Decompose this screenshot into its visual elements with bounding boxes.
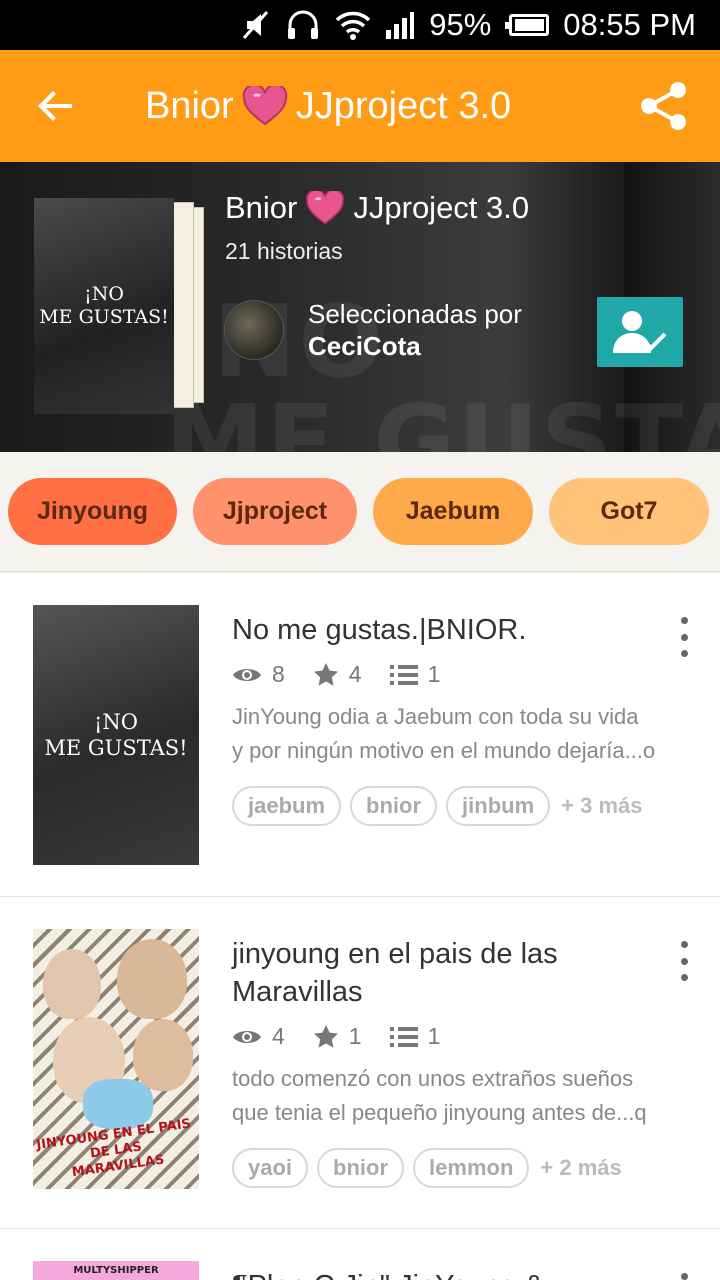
story-tag[interactable]: jaebum bbox=[232, 786, 342, 826]
share-icon bbox=[641, 82, 686, 130]
heart-icon bbox=[306, 191, 345, 225]
curator[interactable]: Seleccionadas por CeciCota bbox=[224, 298, 522, 362]
share-button[interactable] bbox=[608, 50, 720, 162]
story-count: 21 historias bbox=[225, 238, 343, 264]
tag-pill-jaebum[interactable]: Jaebum bbox=[373, 478, 533, 545]
follow-button[interactable] bbox=[597, 297, 683, 367]
story-body: ¶Plan C Jin" JinYoung & bbox=[232, 1267, 692, 1280]
story-cover[interactable]: JINYOUNG EN EL PAIS DE LAS MARAVILLAS bbox=[33, 929, 199, 1189]
story-title[interactable]: ¶Plan C Jin" JinYoung & bbox=[232, 1267, 692, 1280]
list-info: Bnior JJproject 3.0 21 historias bbox=[225, 190, 529, 265]
story-cover[interactable]: ¡NO ME GUSTAS! bbox=[33, 605, 199, 865]
story-stats: 8 4 1 bbox=[232, 661, 692, 688]
eye-icon bbox=[233, 668, 261, 681]
tag-pill-got7[interactable]: Got7 bbox=[549, 478, 709, 545]
story-body: jinyoung en el pais de las Maravillas 4 … bbox=[232, 935, 692, 1188]
story-tag[interactable]: bnior bbox=[350, 786, 438, 826]
signal-icon bbox=[385, 10, 415, 40]
more-options-button[interactable] bbox=[672, 941, 696, 981]
story-description-line-1: JinYoung odia a Jaebum con toda su vida bbox=[232, 704, 639, 729]
more-options-button[interactable] bbox=[672, 617, 696, 657]
story-tags: jaebum bnior jinbum + 3 más bbox=[232, 786, 692, 826]
curator-text: Seleccionadas por CeciCota bbox=[308, 298, 522, 362]
story-tag[interactable]: yaoi bbox=[232, 1148, 309, 1188]
list-item[interactable]: ¡NO ME GUSTAS! No me gustas.|BNIOR. 8 4 1… bbox=[0, 573, 720, 897]
votes-count: 4 bbox=[348, 661, 362, 687]
reads-count: 8 bbox=[272, 661, 285, 687]
wifi-icon bbox=[335, 10, 371, 40]
more-tags-link[interactable]: + 3 más bbox=[561, 793, 642, 819]
story-tag[interactable]: bnior bbox=[317, 1148, 405, 1188]
story-cover-text: ¡NO ME GUSTAS! bbox=[44, 710, 188, 760]
story-description-line-1: todo comenzó con unos extraños sueños bbox=[232, 1066, 634, 1091]
cover-face bbox=[43, 949, 101, 1019]
tag-pill-jinyoung[interactable]: Jinyoung bbox=[8, 478, 177, 545]
story-description-line-2: y por ningún motivo en el mundo dejaría.… bbox=[232, 738, 656, 763]
parts-count: 1 bbox=[427, 661, 441, 687]
story-cover-text: JINYOUNG EN EL PAIS DE LAS MARAVILLAS bbox=[35, 1116, 192, 1181]
list-item[interactable]: JINYOUNG EN EL PAIS DE LAS MARAVILLAS jin… bbox=[0, 897, 720, 1229]
story-list: ¡NO ME GUSTAS! No me gustas.|BNIOR. 8 4 1… bbox=[0, 573, 720, 1280]
story-cover[interactable]: MULTYSHIPPER bbox=[33, 1261, 199, 1280]
page-title-part-1: Bnior bbox=[145, 84, 234, 127]
story-tags: yaoi bnior lemmon + 2 más bbox=[232, 1148, 692, 1188]
clock: 08:55 PM bbox=[563, 7, 696, 42]
battery-percent: 95% bbox=[429, 7, 492, 42]
user-check-icon bbox=[613, 311, 667, 353]
votes-count: 1 bbox=[348, 1023, 362, 1049]
story-body: No me gustas.|BNIOR. 8 4 1 JinYoung odia… bbox=[232, 611, 692, 826]
list-icon bbox=[389, 1026, 418, 1047]
reading-list-header: ¡NOME GUSTAS! ¡NOME GUSTAS! Bnior JJproj… bbox=[0, 162, 720, 452]
cover-face bbox=[133, 1019, 193, 1091]
page-title: Bnior JJproject 3.0 bbox=[145, 85, 608, 128]
mute-icon bbox=[241, 9, 271, 41]
tag-pill-jjproject[interactable]: Jjproject bbox=[193, 478, 357, 545]
parts-count: 1 bbox=[427, 1023, 441, 1049]
parts-stat: 1 bbox=[389, 1023, 441, 1050]
story-title[interactable]: jinyoung en el pais de las Maravillas bbox=[232, 935, 692, 1011]
reads-stat: 4 bbox=[232, 1023, 285, 1050]
votes-stat: 4 bbox=[313, 661, 362, 688]
avatar[interactable] bbox=[224, 300, 284, 360]
star-icon bbox=[313, 663, 338, 686]
battery-icon bbox=[505, 14, 550, 36]
headset-icon bbox=[285, 9, 321, 41]
toolbar: Bnior JJproject 3.0 bbox=[0, 50, 720, 162]
tag-filter-row: Jinyoung Jjproject Jaebum Got7 bbox=[0, 452, 720, 572]
curator-name[interactable]: CeciCota bbox=[308, 330, 522, 362]
votes-stat: 1 bbox=[313, 1023, 362, 1050]
story-tag[interactable]: lemmon bbox=[413, 1148, 530, 1188]
star-icon bbox=[313, 1025, 338, 1048]
more-options-button[interactable] bbox=[672, 1273, 696, 1280]
list-title: Bnior JJproject 3.0 bbox=[225, 190, 529, 226]
list-cover-text: ¡NO ME GUSTAS! bbox=[39, 283, 169, 328]
cover-face bbox=[83, 1079, 153, 1129]
heart-icon bbox=[242, 86, 288, 126]
arrow-left-icon bbox=[38, 91, 72, 121]
story-tag[interactable]: jinbum bbox=[446, 786, 551, 826]
list-title-part-2: JJproject 3.0 bbox=[353, 190, 530, 225]
story-stats: 4 1 1 bbox=[232, 1023, 692, 1050]
back-button[interactable] bbox=[0, 50, 112, 162]
story-title[interactable]: No me gustas.|BNIOR. bbox=[232, 611, 692, 649]
list-icon bbox=[389, 664, 418, 685]
more-tags-link[interactable]: + 2 más bbox=[540, 1155, 621, 1181]
reads-count: 4 bbox=[272, 1023, 285, 1049]
curated-by-label: Seleccionadas por bbox=[308, 299, 522, 329]
parts-stat: 1 bbox=[389, 661, 441, 688]
reads-stat: 8 bbox=[232, 661, 285, 688]
status-bar: 95% 08:55 PM bbox=[0, 0, 720, 50]
list-cover-image: ¡NO ME GUSTAS! bbox=[34, 198, 174, 414]
eye-icon bbox=[233, 1030, 261, 1043]
story-cover-text: MULTYSHIPPER bbox=[73, 1265, 159, 1276]
cover-page-edge bbox=[172, 202, 194, 408]
list-title-part-1: Bnior bbox=[225, 190, 298, 225]
story-description-line-2: que tenia el pequeño jinyoung antes de..… bbox=[232, 1100, 647, 1125]
page-title-part-2: JJproject 3.0 bbox=[295, 84, 512, 127]
cover-face bbox=[117, 939, 187, 1019]
list-item[interactable]: MULTYSHIPPER ¶Plan C Jin" JinYoung & bbox=[0, 1229, 720, 1280]
